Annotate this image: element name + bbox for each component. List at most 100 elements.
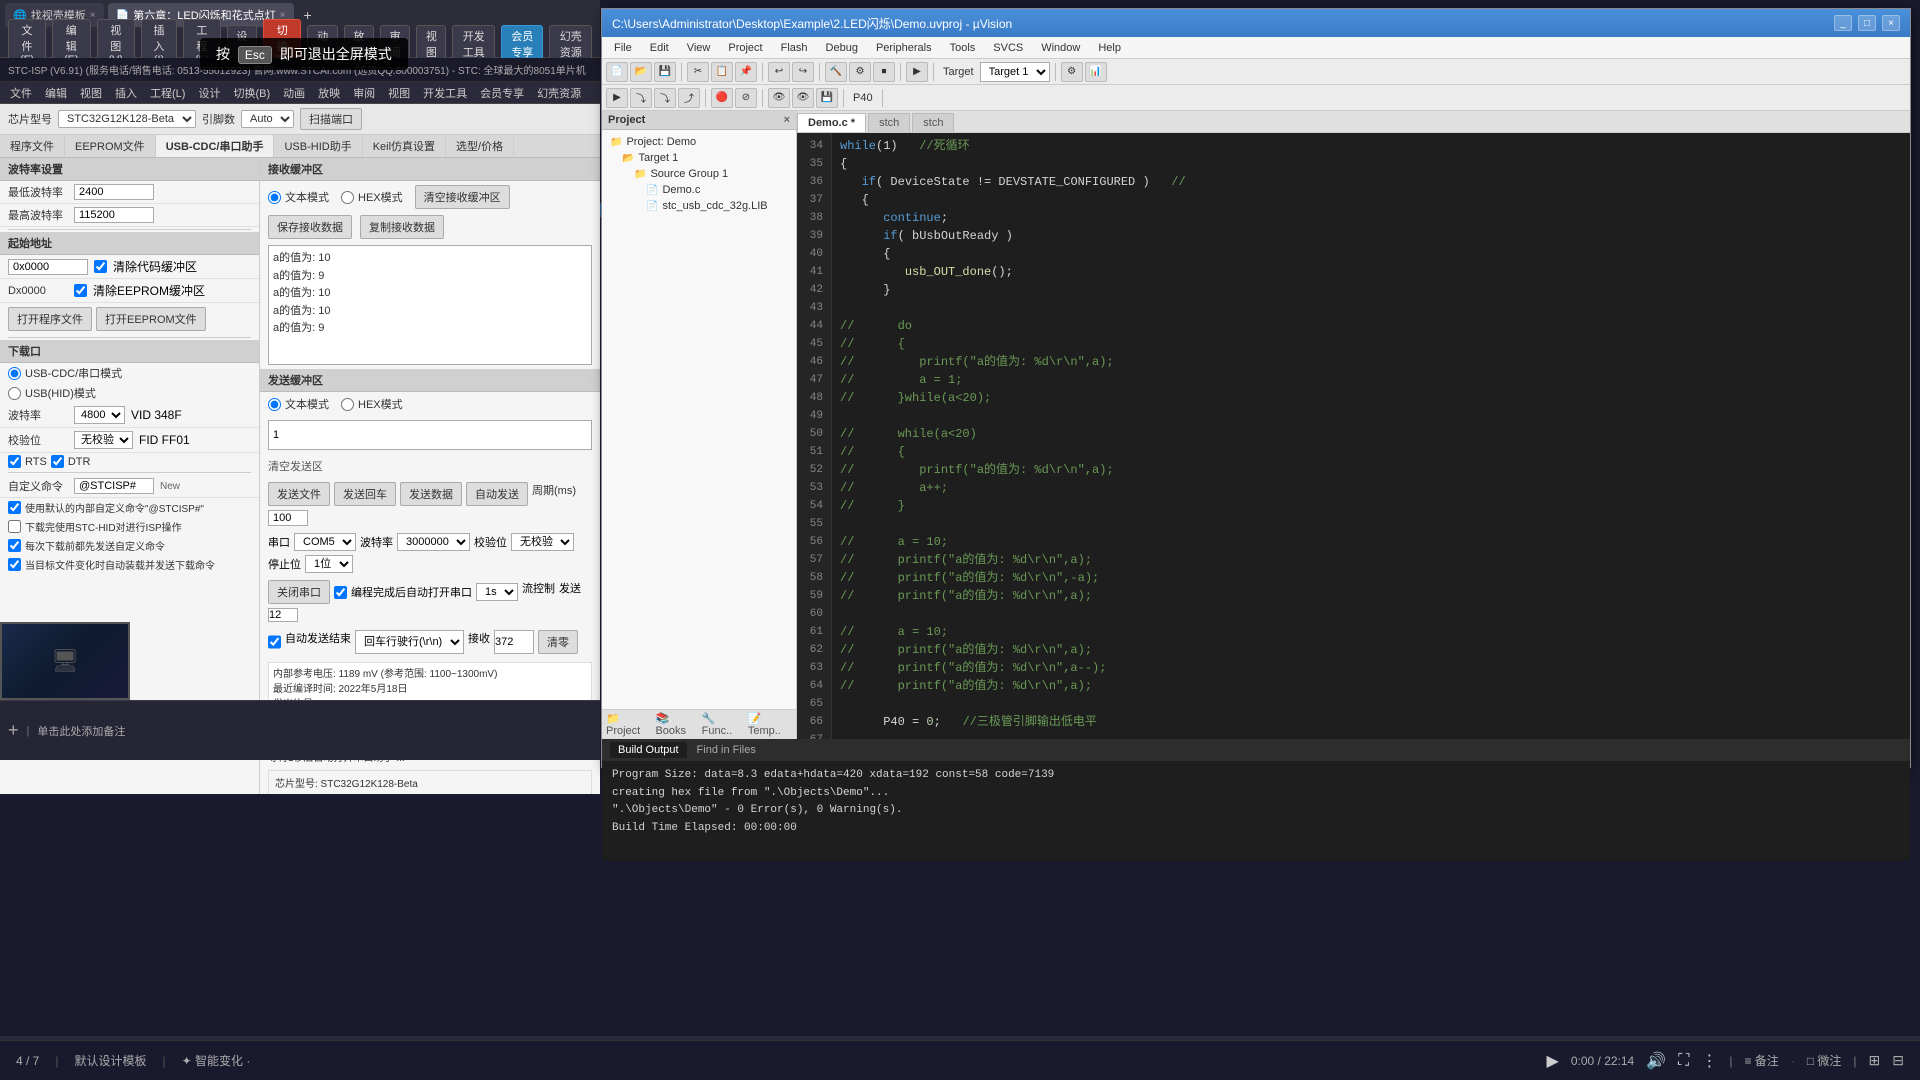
chip-type-select[interactable]: STC32G12K128-Beta	[58, 110, 196, 128]
target-select[interactable]: Target 1	[980, 62, 1050, 82]
menu-edit[interactable]: Edit	[642, 40, 677, 56]
editor-tab-stch1[interactable]: stch	[868, 113, 910, 132]
start-addr-input[interactable]	[8, 259, 88, 275]
dtr-check[interactable]	[51, 455, 64, 468]
step-out-btn[interactable]: ⤴	[678, 88, 700, 108]
nav-devtools[interactable]: 开发工具	[418, 83, 472, 103]
editor-tab-demo[interactable]: Demo.c *	[797, 113, 866, 132]
stc-tab-eeprom[interactable]: EEPROM文件	[65, 135, 156, 157]
proj-options-btn[interactable]: ⚙	[1061, 62, 1083, 82]
max-baud-input[interactable]	[74, 207, 154, 223]
open-file-btn[interactable]: 📂	[630, 62, 652, 82]
nav-gongcheng[interactable]: 工程(L)	[145, 83, 190, 103]
paste-btn[interactable]: 📌	[735, 62, 757, 82]
menu-tools[interactable]: Tools	[942, 40, 984, 56]
opt4-check[interactable]	[8, 558, 21, 571]
more-btn[interactable]: ⋮	[1701, 1051, 1717, 1071]
send-file-btn[interactable]: 发送文件	[268, 482, 330, 506]
play-pause-btn[interactable]: ▶	[1547, 1051, 1559, 1071]
redo-btn[interactable]: ↪	[792, 62, 814, 82]
menu-view[interactable]: View	[679, 40, 719, 56]
min-baud-input[interactable]	[74, 184, 154, 200]
watch1-btn[interactable]: 👁	[768, 88, 790, 108]
maximize-btn[interactable]: □	[1858, 15, 1876, 31]
scan-port-btn[interactable]: 扫描端口	[300, 108, 362, 130]
copy-btn[interactable]: 📋	[711, 62, 733, 82]
menu-file[interactable]: File	[606, 40, 640, 56]
custom-cmd-input[interactable]	[74, 478, 154, 494]
nav-edit[interactable]: 编辑	[40, 83, 72, 103]
stc-tab-program[interactable]: 程序文件	[0, 135, 65, 157]
editor-tab-stch2[interactable]: stch	[912, 113, 954, 132]
check-select[interactable]: 无校验	[511, 533, 574, 551]
toolbar-member-btn[interactable]: 会员专享	[501, 25, 544, 63]
port-select[interactable]: COM5	[294, 533, 356, 551]
clear-counts-btn[interactable]: 清零	[538, 630, 578, 654]
nav-insert[interactable]: 插入	[110, 83, 142, 103]
opt3-check[interactable]	[8, 539, 21, 552]
tree-stc-lib[interactable]: 📄 stc_usb_cdc_32g.LIB	[606, 198, 792, 214]
manage-btn[interactable]: 📊	[1085, 62, 1107, 82]
tree-demo-c[interactable]: 📄 Demo.c	[606, 182, 792, 198]
toolbar-view2-btn[interactable]: 视图	[416, 25, 446, 63]
view-grid-btn[interactable]: ⊞	[1869, 1052, 1881, 1069]
send-count-input[interactable]	[268, 608, 298, 622]
nav-fangying[interactable]: 放映	[313, 83, 345, 103]
view-list-btn[interactable]: ⊟	[1892, 1052, 1904, 1069]
stc-tab-usb-hid[interactable]: USB-HID助手	[274, 135, 362, 157]
stc-tab-selection[interactable]: 选型/价格	[446, 135, 514, 157]
tab-template-close[interactable]: ×	[90, 10, 96, 21]
nav-view[interactable]: 视图	[75, 83, 107, 103]
stc-tab-keil[interactable]: Keil仿真设置	[363, 135, 446, 157]
auto-open-delay[interactable]: 1s	[476, 583, 518, 601]
debug-btn[interactable]: ▶	[906, 62, 928, 82]
tree-target[interactable]: 📂 Target 1	[606, 150, 792, 166]
smart-change-btn[interactable]: ✦ 智能变化 ·	[182, 1052, 251, 1069]
proj-tab-project[interactable]: 📁 Project	[606, 712, 651, 737]
project-panel-close[interactable]: ×	[784, 114, 790, 126]
tree-project[interactable]: 📁 Project: Demo	[606, 134, 792, 150]
menu-help[interactable]: Help	[1090, 40, 1129, 56]
menu-svcs[interactable]: SVCS	[985, 40, 1031, 56]
nav-shell-res[interactable]: 幻壳资源	[532, 83, 586, 103]
menu-peripherals[interactable]: Peripherals	[868, 40, 940, 56]
recv-text-radio[interactable]	[268, 191, 281, 204]
recv-count-input[interactable]	[494, 630, 534, 654]
opt2-check[interactable]	[8, 520, 21, 533]
nav-vip[interactable]: 会员专享	[475, 83, 529, 103]
usb-cdc-radio[interactable]	[8, 367, 21, 380]
toolbar-devtools-btn[interactable]: 开发工具	[452, 25, 495, 63]
step-btn[interactable]: ⤵	[630, 88, 652, 108]
menu-project[interactable]: Project	[720, 40, 770, 56]
tree-source-group[interactable]: 📁 Source Group 1	[606, 166, 792, 182]
breakpoint-btn[interactable]: 🔴	[711, 88, 733, 108]
rebuild-btn[interactable]: ⚙	[849, 62, 871, 82]
save-file-btn[interactable]: 💾	[654, 62, 676, 82]
clear-send-area-btn[interactable]: 清空发送区	[260, 454, 600, 478]
auto-send-btn[interactable]: 自动发送	[466, 482, 528, 506]
volume-btn[interactable]: 🔊	[1646, 1051, 1666, 1071]
watch2-btn[interactable]: 👁	[792, 88, 814, 108]
mem-btn[interactable]: 💾	[816, 88, 838, 108]
erase-eeprom-check[interactable]	[74, 284, 87, 297]
recv-hex-radio[interactable]	[341, 191, 354, 204]
menu-window[interactable]: Window	[1033, 40, 1088, 56]
save-recv-btn[interactable]: 保存接收数据	[268, 215, 352, 239]
check-inner-select[interactable]: 无校验	[74, 431, 133, 449]
send-input[interactable]	[273, 429, 587, 441]
open-eeprom-btn[interactable]: 打开EEPROM文件	[96, 307, 206, 331]
auto-end-check[interactable]	[268, 630, 281, 654]
baud-inner-select[interactable]: 4800	[74, 406, 125, 424]
interface-select[interactable]: Auto	[241, 110, 294, 128]
send-hex-radio[interactable]	[341, 398, 354, 411]
nav-file[interactable]: 文件	[5, 83, 37, 103]
open-port-btn[interactable]: 关闭串口	[268, 580, 330, 604]
opt1-check[interactable]	[8, 501, 21, 514]
run-btn[interactable]: ▶	[606, 88, 628, 108]
stop-build-btn[interactable]: ⏹	[873, 62, 895, 82]
auto-open-check[interactable]	[334, 586, 347, 599]
usb-hid-radio[interactable]	[8, 387, 21, 400]
step-over-btn[interactable]: ⤵	[654, 88, 676, 108]
stc-tab-usb-cdc[interactable]: USB-CDC/串口助手	[156, 135, 275, 157]
add-slide-btn[interactable]: +	[8, 720, 19, 741]
